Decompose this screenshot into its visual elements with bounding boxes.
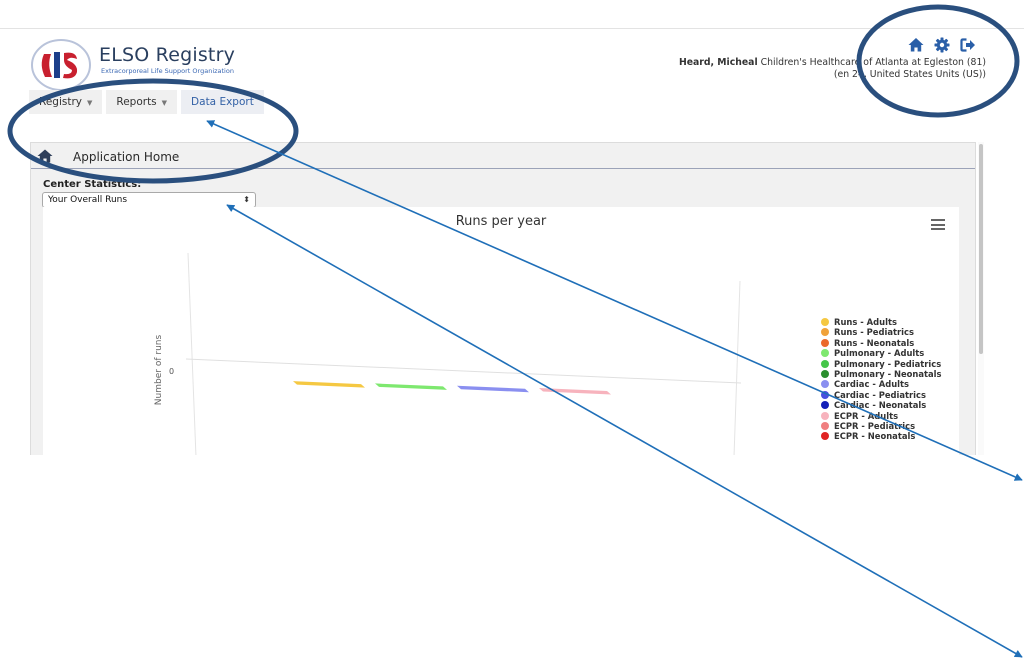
- legend-item[interactable]: Runs - Neonatals: [821, 338, 955, 348]
- select-arrows-icon: ⬍: [243, 195, 250, 204]
- legend-label: Runs - Pediatrics: [834, 327, 914, 338]
- legend-item[interactable]: Runs - Pediatrics: [821, 327, 955, 337]
- legend-marker: [821, 328, 829, 337]
- page-title: Application Home: [73, 150, 180, 164]
- bar-zero: [375, 383, 447, 390]
- main-nav: Registry ▼ Reports ▼ Data Export: [29, 90, 268, 114]
- legend-marker: [821, 349, 829, 358]
- legend-marker: [821, 421, 829, 430]
- bar-zero: [457, 385, 529, 393]
- statistics-select[interactable]: Your Overall Runs ⬍: [42, 192, 256, 208]
- nav-reports-label: Reports: [116, 96, 157, 108]
- legend-item[interactable]: ECPR - Pediatrics: [821, 421, 955, 431]
- locale-info: (en 24, United States Units (US)): [833, 69, 986, 80]
- y-tick-label: 0: [169, 367, 174, 376]
- legend-label: ECPR - Pediatrics: [834, 420, 916, 431]
- legend-label: ECPR - Adults: [834, 410, 899, 421]
- legend-label: Cardiac - Pediatrics: [834, 389, 927, 400]
- user-name: Heard, Micheal: [678, 57, 758, 68]
- center-statistics-label: Center Statistics:: [43, 179, 142, 190]
- home-icon[interactable]: [908, 37, 924, 53]
- chart-title: Runs per year: [455, 214, 547, 229]
- zero-gridline: [185, 358, 742, 384]
- legend-label: Cardiac - Neonatals: [834, 400, 927, 411]
- chevron-down-icon: ▼: [86, 99, 93, 107]
- panel-header: Application Home: [31, 143, 975, 169]
- statistics-select-value: Your Overall Runs: [48, 195, 128, 205]
- legend-label: Runs - Adults: [834, 317, 897, 327]
- legend-item[interactable]: Pulmonary - Adults: [821, 348, 955, 358]
- bar-zero: [293, 381, 365, 388]
- chevron-down-icon: ▼: [161, 99, 168, 107]
- nav-registry[interactable]: Registry ▼: [29, 90, 103, 114]
- back-wall-left-edge: [187, 252, 197, 455]
- legend-label: Pulmonary - Adults: [834, 348, 925, 359]
- legend-marker: [821, 401, 829, 410]
- app-title: ELSO Registry: [99, 44, 236, 66]
- nav-data-export[interactable]: Data Export: [181, 90, 264, 114]
- legend-item[interactable]: ECPR - Adults: [821, 411, 955, 421]
- top-divider: [0, 28, 1024, 29]
- y-axis-title: Number of runs: [154, 335, 164, 406]
- gear-icon[interactable]: [934, 37, 950, 53]
- scrollbar-thumb[interactable]: [979, 144, 983, 354]
- chart-legend: Runs - Adults Runs - Pediatrics Runs - Neo…: [821, 317, 955, 442]
- legend-marker: [821, 318, 829, 326]
- legend-item[interactable]: Cardiac - Neonatals: [821, 400, 955, 410]
- legend-marker: [821, 432, 829, 441]
- legend-label: Runs - Neonatals: [834, 337, 915, 348]
- header-icon-group: [908, 37, 988, 53]
- legend-marker: [821, 390, 829, 399]
- center-name: Children's Healthcare of Atlanta at Egle…: [760, 57, 986, 68]
- runs-per-year-chart: Number of runs 0 Runs per year Runs - Adu…: [43, 207, 959, 455]
- back-wall-right-edge: [733, 280, 741, 455]
- legend-label: ECPR - Neonatals: [834, 431, 916, 442]
- legend-label: Cardiac - Adults: [834, 379, 910, 390]
- sign-out-icon[interactable]: [960, 37, 976, 53]
- legend-item[interactable]: Cardiac - Adults: [821, 379, 955, 389]
- legend-marker: [821, 380, 829, 389]
- legend-marker: [821, 338, 829, 347]
- legend-marker: [821, 359, 829, 368]
- legend-label: Pulmonary - Neonatals: [834, 368, 942, 379]
- elso-logo[interactable]: [30, 38, 92, 92]
- legend-label: Pulmonary - Pediatrics: [834, 358, 942, 369]
- application-home-panel: Application Home Center Statistics: Your…: [30, 142, 976, 455]
- chart-menu-icon[interactable]: [931, 219, 945, 230]
- home-icon: [37, 149, 53, 163]
- bar-zero: [539, 387, 611, 395]
- legend-item[interactable]: ECPR - Neonatals: [821, 431, 955, 441]
- legend-item[interactable]: Pulmonary - Pediatrics: [821, 359, 955, 369]
- user-info: Heard, Micheal Children's Healthcare of …: [679, 57, 986, 68]
- app-subtitle: Extracorporeal Life Support Organization: [101, 67, 234, 75]
- legend-item[interactable]: Pulmonary - Neonatals: [821, 369, 955, 379]
- legend-marker: [821, 369, 829, 378]
- legend-item[interactable]: Cardiac - Pediatrics: [821, 390, 955, 400]
- legend-item[interactable]: Runs - Adults: [821, 317, 955, 327]
- legend-marker: [821, 411, 829, 420]
- nav-reports[interactable]: Reports ▼: [106, 90, 178, 114]
- nav-registry-label: Registry: [39, 96, 82, 108]
- page-scrollbar[interactable]: [978, 142, 984, 455]
